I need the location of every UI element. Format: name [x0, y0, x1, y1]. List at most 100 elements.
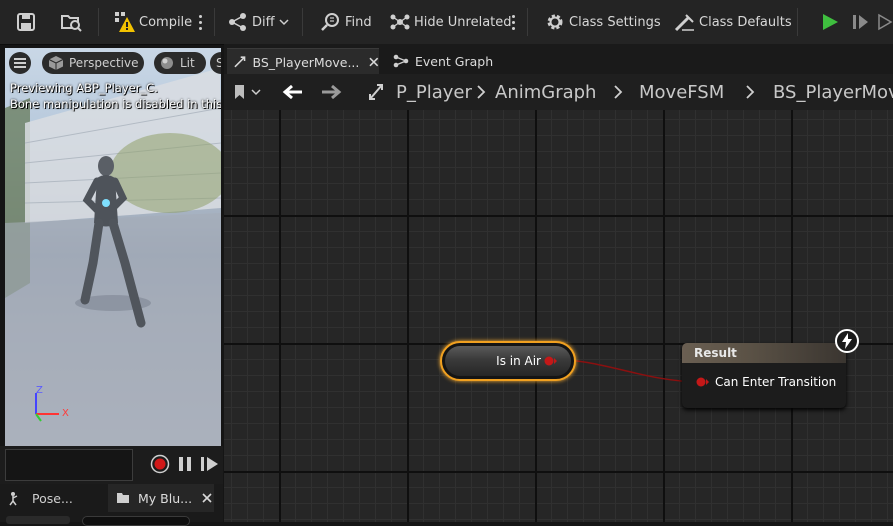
timeline-scrubber[interactable]: [5, 449, 133, 481]
back-button[interactable]: [282, 74, 304, 110]
forward-button[interactable]: [320, 74, 342, 110]
breadcrumb-separator: [745, 74, 755, 110]
breadcrumb-animgraph-label: AnimGraph: [495, 81, 597, 103]
event-graph-icon: [393, 54, 409, 68]
toolbar-divider: [797, 8, 798, 36]
transition-icon: [234, 56, 246, 68]
tab-bs-playermove-label: BS_PlayerMove...: [252, 54, 360, 70]
class-defaults-button[interactable]: Class Defaults: [674, 0, 792, 44]
breadcrumb-player-label: P_Player: [396, 81, 472, 103]
perspective-button[interactable]: Perspective: [42, 52, 144, 74]
search-input[interactable]: [82, 516, 190, 526]
compile-button[interactable]: Compile: [114, 0, 192, 44]
hamburger-icon: [14, 58, 26, 68]
play-forward-button[interactable]: [200, 455, 220, 473]
lit-sphere-icon: [161, 57, 173, 69]
find-label: Find: [345, 14, 372, 30]
pause-button[interactable]: [177, 455, 193, 473]
more-options-icon: [199, 14, 202, 30]
toolbar-divider: [302, 8, 303, 36]
compile-warning-icon: [115, 12, 135, 32]
play-forward-icon: [201, 457, 218, 471]
step-button[interactable]: [851, 0, 871, 44]
output-pin-icon[interactable]: [544, 356, 558, 366]
axis-z-label: Z: [36, 385, 43, 396]
hide-unrelated-options-button[interactable]: [512, 0, 515, 44]
can-enter-transition-label: Can Enter Transition: [715, 375, 837, 389]
left-panel-tabs: Pose... My Blu...: [0, 484, 223, 526]
tab-event-graph[interactable]: Event Graph: [393, 48, 523, 74]
up-level-button[interactable]: [368, 74, 384, 110]
breadcrumb-item-player[interactable]: P_Player: [396, 74, 472, 110]
browse-button[interactable]: [60, 0, 82, 44]
skeleton-icon: [9, 492, 18, 506]
preview-viewport[interactable]: Perspective Lit S Previewing ABP_Player_…: [5, 48, 221, 446]
save-button[interactable]: [16, 0, 36, 44]
class-settings-button[interactable]: Class Settings: [545, 0, 661, 44]
close-icon[interactable]: [369, 57, 379, 67]
result-node-title: Result: [682, 343, 846, 363]
lit-label: Lit: [180, 56, 195, 70]
breadcrumb-item-bs-playermove[interactable]: BS_PlayerMov: [773, 74, 893, 110]
toolbar-divider: [527, 8, 528, 36]
graph-canvas[interactable]: Is in Air Result Can Enter Transition: [224, 110, 893, 522]
is-in-air-node[interactable]: Is in Air: [440, 341, 576, 381]
axis-x-label: X: [62, 408, 69, 419]
arrow-right-icon: [322, 84, 342, 100]
tab-pose-label: Pose...: [32, 490, 73, 506]
compile-options-button[interactable]: [199, 0, 202, 44]
hide-unrelated-button[interactable]: Hide Unrelated: [389, 0, 512, 44]
tab-my-blueprint[interactable]: My Blu...: [108, 484, 214, 512]
gear-icon: [547, 14, 563, 30]
lightning-icon: [835, 329, 859, 353]
find-button[interactable]: Find: [320, 0, 372, 44]
compile-label: Compile: [139, 14, 193, 30]
tab-pose[interactable]: Pose...: [4, 484, 104, 512]
connection-wires: [548, 358, 703, 383]
chevron-right-icon: [746, 85, 755, 99]
bookmark-button[interactable]: [233, 74, 261, 110]
find-icon: [321, 13, 339, 31]
close-icon[interactable]: [202, 493, 212, 503]
play-options-button[interactable]: [877, 0, 893, 44]
input-pin-icon[interactable]: [696, 377, 710, 387]
breadcrumb-bs-playermove-label: BS_PlayerMov: [773, 81, 893, 103]
pause-icon: [179, 457, 191, 471]
main-toolbar: Compile Diff Find Hide Unrelated Class S…: [0, 0, 893, 45]
play-button[interactable]: [820, 0, 840, 44]
chevron-right-icon: [614, 85, 623, 99]
tab-my-blueprint-label: My Blu...: [138, 490, 193, 506]
arrow-left-icon: [282, 84, 302, 100]
class-settings-label: Class Settings: [569, 14, 661, 30]
tab-bs-playermove[interactable]: BS_PlayerMove...: [227, 48, 379, 75]
viewport-menu-button[interactable]: [9, 52, 31, 74]
breadcrumb-item-movefsm[interactable]: MoveFSM: [639, 74, 724, 110]
cube-icon: [48, 56, 64, 70]
is-in-air-label: Is in Air: [496, 354, 541, 368]
result-node[interactable]: Result Can Enter Transition: [682, 343, 846, 408]
diff-label: Diff: [252, 14, 275, 30]
transition-icon: [369, 84, 383, 100]
bone-manipulation-text: Bone manipulation is disabled in this: [10, 97, 221, 111]
bookmark-icon: [235, 85, 244, 99]
diff-button[interactable]: Diff: [228, 0, 289, 44]
hide-unrelated-icon: [390, 14, 410, 30]
playback-controls: [0, 446, 223, 484]
chevron-down-icon: [251, 89, 261, 96]
diff-icon: [229, 13, 246, 31]
lit-button[interactable]: Lit: [154, 52, 206, 74]
record-icon: [150, 454, 170, 474]
blueprint-icon: [117, 493, 129, 503]
preview-info-text: Previewing ABP_Player_C.: [10, 81, 158, 95]
tab-event-graph-label: Event Graph: [415, 53, 494, 69]
document-tab-strip: BS_PlayerMove... Event Graph: [224, 44, 893, 75]
panel-toolbar-button[interactable]: [6, 516, 70, 524]
record-button[interactable]: [150, 454, 170, 474]
chevron-down-icon: [279, 19, 289, 26]
perspective-label: Perspective: [69, 56, 139, 70]
browse-folder-icon: [61, 15, 82, 32]
more-options-icon: [512, 14, 515, 30]
show-label: S: [216, 56, 221, 70]
breadcrumb-item-animgraph[interactable]: AnimGraph: [495, 74, 596, 110]
play-icon: [823, 14, 838, 30]
